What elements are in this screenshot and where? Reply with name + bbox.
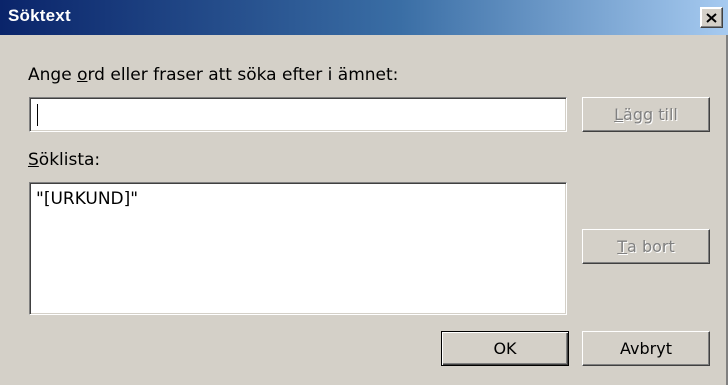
dialog-title: Söktext: [8, 6, 71, 25]
search-list[interactable]: "[URKUND]": [29, 182, 567, 315]
close-button[interactable]: [700, 7, 723, 28]
search-prompt-prefix: Ange: [28, 65, 78, 85]
remove-button-label: a bort: [627, 237, 675, 256]
add-button[interactable]: Lägg till: [582, 97, 710, 132]
cancel-button[interactable]: Avbryt: [582, 331, 710, 366]
remove-button[interactable]: Ta bort: [582, 229, 710, 264]
title-bar[interactable]: Söktext: [0, 0, 728, 35]
search-list-label-rest: öklista:: [38, 150, 101, 170]
list-item[interactable]: "[URKUND]": [36, 189, 138, 209]
search-prompt-suffix: rd eller fraser att söka efter i ämnet:: [87, 65, 399, 85]
ok-button[interactable]: OK: [441, 331, 569, 366]
search-list-label-mnemonic: S: [28, 150, 39, 170]
search-input[interactable]: [29, 97, 567, 132]
search-prompt-mnemonic: o: [77, 65, 88, 85]
search-list-label: Söklista:: [28, 150, 100, 170]
remove-button-mnemonic: T: [617, 237, 628, 256]
close-icon: [706, 12, 717, 23]
search-text-dialog: Söktext Ange ord eller fraser att söka e…: [0, 0, 728, 385]
add-button-mnemonic: L: [614, 105, 624, 124]
search-prompt-label: Ange ord eller fraser att söka efter i ä…: [28, 65, 398, 85]
add-button-label: ägg till: [623, 105, 678, 124]
text-caret: [37, 104, 38, 126]
